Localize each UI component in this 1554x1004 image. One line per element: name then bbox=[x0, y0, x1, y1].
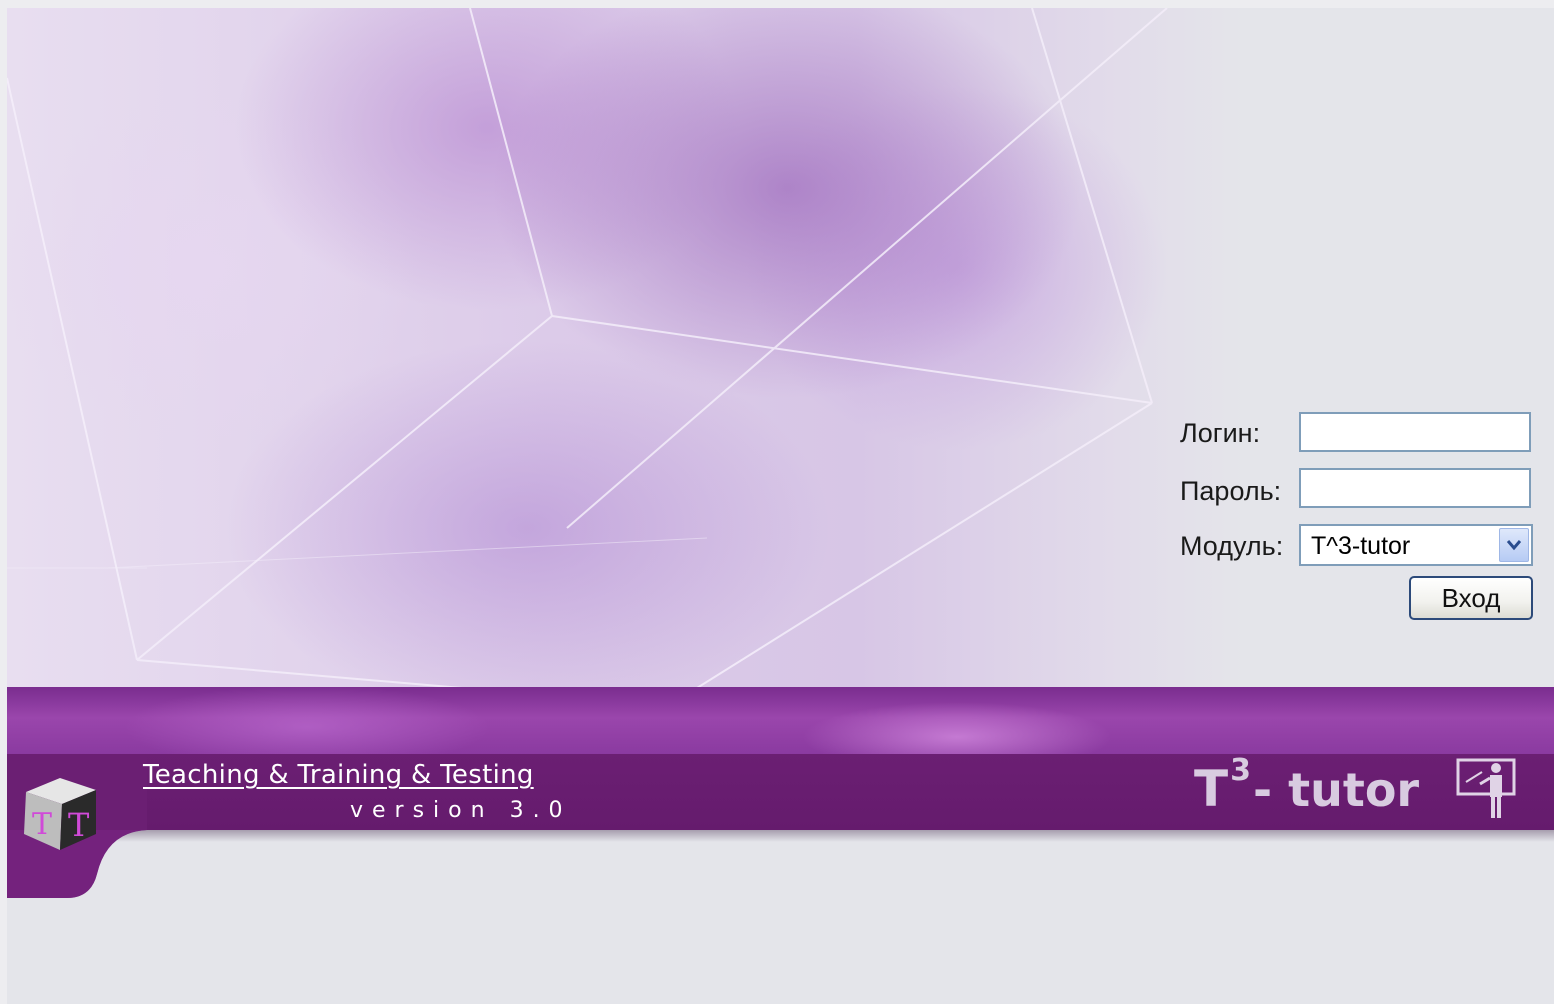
frame-edge-top bbox=[0, 0, 1554, 8]
module-select[interactable]: T^3-tutor bbox=[1299, 524, 1533, 566]
footer-band-shadow bbox=[7, 830, 1554, 842]
login-page: Логин: Пароль: Модуль: T^3-tutor Вход T … bbox=[0, 0, 1554, 1004]
svg-text:T: T bbox=[32, 807, 52, 842]
module-label: Модуль: bbox=[1180, 531, 1284, 561]
module-select-value: T^3-tutor bbox=[1311, 532, 1411, 560]
svg-text:T: T bbox=[68, 806, 90, 844]
login-row: Логин: bbox=[1176, 410, 1546, 454]
tagline-text: Teaching & Training & Testing bbox=[143, 760, 534, 790]
login-label: Логин: bbox=[1180, 418, 1261, 448]
login-input[interactable] bbox=[1299, 412, 1531, 452]
brand-logo-text: T3- tutor bbox=[1194, 753, 1420, 818]
version-text: version 3.0 bbox=[350, 798, 572, 823]
chevron-down-icon bbox=[1506, 540, 1522, 551]
brand-letter: T bbox=[1194, 760, 1229, 818]
password-label: Пароль: bbox=[1180, 476, 1282, 506]
brand-name: - tutor bbox=[1252, 763, 1420, 817]
cube-wireframe-graphic bbox=[7, 8, 1168, 688]
frame-edge-left bbox=[0, 0, 7, 1004]
login-submit-button[interactable]: Вход bbox=[1409, 576, 1533, 620]
teacher-at-board-icon bbox=[1456, 758, 1516, 818]
tt-cube-logo-icon: T T bbox=[24, 778, 96, 850]
hero-background-image bbox=[7, 8, 1554, 688]
footer-band-light bbox=[7, 687, 1554, 755]
brand-superscript: 3 bbox=[1230, 753, 1251, 788]
module-select-dropdown-button[interactable] bbox=[1499, 528, 1529, 562]
password-row: Пароль: bbox=[1176, 468, 1546, 512]
module-row: Модуль: T^3-tutor bbox=[1176, 524, 1546, 568]
password-input[interactable] bbox=[1299, 468, 1531, 508]
